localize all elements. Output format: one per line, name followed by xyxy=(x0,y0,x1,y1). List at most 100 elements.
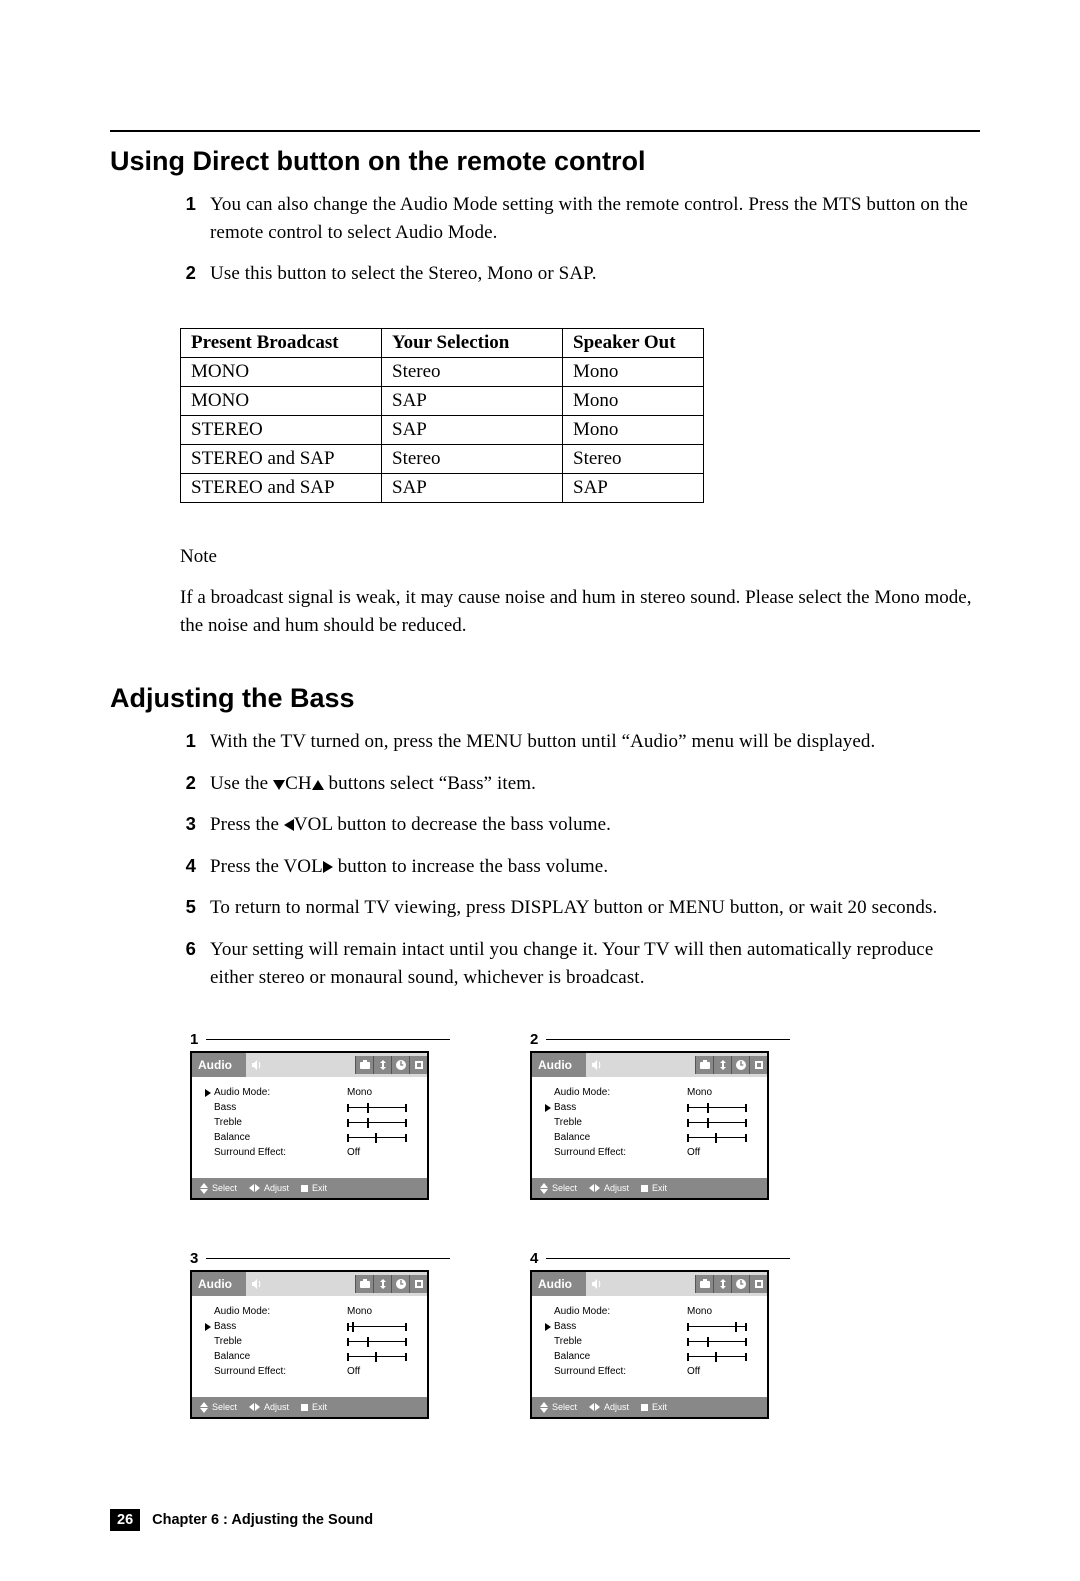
osd-label: Treble xyxy=(214,1336,347,1347)
table-row: STEREO and SAPSAPSAP xyxy=(181,473,704,502)
step: 6 Your setting will remain intact until … xyxy=(178,936,980,991)
osd-step-label: 4 xyxy=(530,1250,790,1267)
osd-label: Treble xyxy=(554,1117,687,1128)
osd-step-number: 3 xyxy=(190,1250,198,1267)
step: 1 You can also change the Audio Mode set… xyxy=(178,191,980,246)
speaker-icon xyxy=(251,1278,263,1290)
osd-label: Bass xyxy=(554,1102,687,1113)
osd-label: Audio Mode: xyxy=(214,1087,347,1098)
osd-label: Bass xyxy=(214,1102,347,1113)
osd-tab-icon xyxy=(355,1275,373,1293)
osd-row-audio-mode: Audio Mode: Mono xyxy=(544,1304,757,1319)
top-rule xyxy=(110,130,980,132)
osd-slider xyxy=(687,1338,747,1346)
left-right-icon xyxy=(249,1403,260,1411)
step-number: 5 xyxy=(178,894,196,921)
osd-footer-adjust: Adjust xyxy=(589,1183,629,1193)
osd-footer: Select Adjust Exit xyxy=(192,1178,427,1198)
osd-body: Audio Mode: Mono Bass Treble xyxy=(192,1077,427,1178)
page-footer: 26 Chapter 6 : Adjusting the Sound xyxy=(110,1509,980,1531)
selection-pointer-icon xyxy=(545,1323,551,1331)
osd-menu: Audio Audio Mode: Mono Bass xyxy=(190,1270,429,1419)
osd-tab-icon xyxy=(749,1056,767,1074)
stop-icon xyxy=(301,1185,308,1192)
osd-row-balance: Balance xyxy=(204,1130,417,1145)
osd-title: Audio xyxy=(192,1272,246,1296)
label-line xyxy=(546,1258,790,1259)
step-number: 1 xyxy=(178,191,196,218)
osd-value: Mono xyxy=(347,1087,417,1098)
up-down-icon xyxy=(540,1402,548,1413)
table-row: STEREO and SAPStereoStereo xyxy=(181,444,704,473)
step-number: 2 xyxy=(178,770,196,797)
step: 1 With the TV turned on, press the MENU … xyxy=(178,728,980,756)
osd-label: Audio Mode: xyxy=(214,1306,347,1317)
step-text: Your setting will remain intact until yo… xyxy=(210,936,980,991)
osd-step-label: 2 xyxy=(530,1031,790,1048)
table-header-row: Present Broadcast Your Selection Speaker… xyxy=(181,328,704,357)
selection-pointer-icon xyxy=(205,1323,211,1331)
step-text: Use this button to select the Stereo, Mo… xyxy=(210,260,597,288)
osd-label: Audio Mode: xyxy=(554,1087,687,1098)
osd-header-icons xyxy=(355,1056,427,1074)
osd-label: Bass xyxy=(554,1321,687,1332)
left-right-icon xyxy=(589,1403,600,1411)
step-text: To return to normal TV viewing, press DI… xyxy=(210,894,937,922)
osd-tab-icon xyxy=(355,1056,373,1074)
osd-menu: Audio Audio Mode: Mono Bass xyxy=(190,1051,429,1200)
osd-slider xyxy=(347,1323,407,1331)
osd-header: Audio xyxy=(192,1053,427,1077)
osd-slider xyxy=(347,1104,407,1112)
osd-tab-icon xyxy=(373,1275,391,1293)
section2-steps: 1 With the TV turned on, press the MENU … xyxy=(110,728,980,991)
osd-body: Audio Mode: Mono Bass Treble xyxy=(532,1077,767,1178)
selection-pointer-icon xyxy=(545,1104,551,1112)
section2-heading: Adjusting the Bass xyxy=(110,683,980,714)
step-text: Use the CH buttons select “Bass” item. xyxy=(210,770,536,798)
up-down-icon xyxy=(200,1402,208,1413)
osd-value: Mono xyxy=(687,1087,757,1098)
osd-label: Balance xyxy=(554,1132,687,1143)
triangle-left-icon xyxy=(284,819,294,831)
step: 3 Press the VOL button to decrease the b… xyxy=(178,811,980,839)
osd-row-audio-mode: Audio Mode: Mono xyxy=(204,1304,417,1319)
osd-label: Balance xyxy=(554,1351,687,1362)
osd-label: Balance xyxy=(214,1132,347,1143)
osd-header: Audio xyxy=(532,1272,767,1296)
osd-slider xyxy=(347,1119,407,1127)
osd-value: Mono xyxy=(347,1306,417,1317)
up-down-icon xyxy=(200,1183,208,1194)
step-text: Press the VOL button to decrease the bas… xyxy=(210,811,611,839)
label-line xyxy=(206,1258,450,1259)
osd-footer-select: Select xyxy=(200,1402,237,1413)
note-text: If a broadcast signal is weak, it may ca… xyxy=(180,584,980,639)
osd-header: Audio xyxy=(532,1053,767,1077)
stop-icon xyxy=(641,1404,648,1411)
osd-slider xyxy=(347,1134,407,1142)
osd-footer-adjust: Adjust xyxy=(589,1402,629,1412)
page-number: 26 xyxy=(110,1509,140,1531)
osd-header-icons xyxy=(695,1275,767,1293)
osd-footer-exit: Exit xyxy=(301,1183,327,1193)
osd-label: Surround Effect: xyxy=(214,1366,347,1377)
osd-label: Balance xyxy=(214,1351,347,1362)
osd-tab-icon xyxy=(695,1275,713,1293)
osd-tab-icon xyxy=(731,1056,749,1074)
osd-row-treble: Treble xyxy=(544,1115,757,1130)
chapter-label: Chapter 6 : Adjusting the Sound xyxy=(152,1512,373,1528)
note-label: Note xyxy=(180,543,980,571)
osd-title: Audio xyxy=(192,1053,246,1077)
osd-row-audio-mode: Audio Mode: Mono xyxy=(544,1085,757,1100)
osd-label: Surround Effect: xyxy=(554,1366,687,1377)
osd-row-bass: Bass xyxy=(204,1100,417,1115)
speaker-icon xyxy=(591,1059,603,1071)
osd-value: Off xyxy=(687,1147,757,1158)
osd-footer: Select Adjust Exit xyxy=(532,1397,767,1417)
osd-slider xyxy=(347,1353,407,1361)
osd-value: Off xyxy=(347,1366,417,1377)
osd-row-treble: Treble xyxy=(204,1334,417,1349)
osd-header-icons xyxy=(695,1056,767,1074)
osd-label: Surround Effect: xyxy=(214,1147,347,1158)
osd-label: Treble xyxy=(214,1117,347,1128)
osd-slider xyxy=(687,1323,747,1331)
